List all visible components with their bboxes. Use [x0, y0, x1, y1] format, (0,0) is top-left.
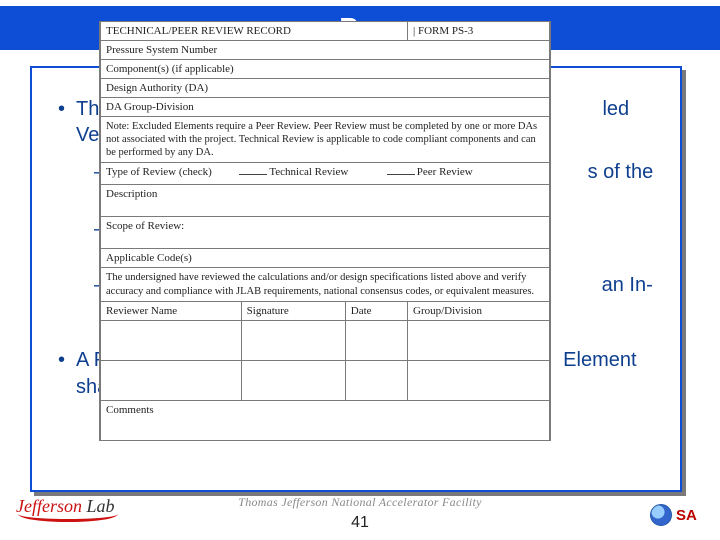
globe-icon	[650, 504, 672, 526]
text: s of the	[588, 161, 654, 183]
jsa-logo: SA	[650, 500, 704, 530]
row-attestation: The undersigned have reviewed the calcul…	[101, 268, 550, 301]
sig-cell-gd-1[interactable]	[408, 320, 550, 360]
form-ps3-overlay: TECHNICAL/PEER REVIEW RECORD | FORM PS-3…	[99, 21, 551, 441]
form-id: | FORM PS-3	[408, 22, 550, 41]
row-review-type: Type of Review (check) Technical Review …	[101, 163, 550, 185]
text: an In-	[602, 274, 653, 296]
row-codes: Applicable Code(s)	[101, 249, 550, 268]
row-da: Design Authority (DA)	[101, 79, 550, 98]
col-group-division: Group/Division	[408, 301, 550, 320]
row-note: Note: Excluded Elements require a Peer R…	[101, 117, 550, 163]
row-components: Component(s) (if applicable)	[101, 60, 550, 79]
col-reviewer-name: Reviewer Name	[101, 301, 242, 320]
check-peer-line[interactable]	[387, 174, 415, 175]
check-tech-line[interactable]	[239, 174, 267, 175]
form-table: TECHNICAL/PEER REVIEW RECORD | FORM PS-3…	[100, 21, 550, 441]
form-title: TECHNICAL/PEER REVIEW RECORD	[101, 22, 408, 41]
sig-cell-sig-2[interactable]	[241, 360, 345, 400]
col-signature: Signature	[241, 301, 345, 320]
row-group: DA Group-Division	[101, 98, 550, 117]
col-date: Date	[345, 301, 407, 320]
row-psn: Pressure System Number	[101, 41, 550, 60]
row-description: Description	[101, 185, 550, 217]
sig-cell-name-1[interactable]	[101, 320, 242, 360]
row-scope: Scope of Review:	[101, 217, 550, 249]
jefferson-lab-logo: Jefferson Lab	[16, 496, 126, 526]
sig-cell-date-1[interactable]	[345, 320, 407, 360]
sig-cell-name-2[interactable]	[101, 360, 242, 400]
row-comments: Comments	[101, 400, 550, 440]
sig-cell-gd-2[interactable]	[408, 360, 550, 400]
sa-text: SA	[676, 507, 697, 524]
text: led	[602, 98, 629, 120]
text: Element	[563, 349, 636, 371]
sig-cell-sig-1[interactable]	[241, 320, 345, 360]
sig-cell-date-2[interactable]	[345, 360, 407, 400]
swoosh-icon	[18, 514, 118, 522]
